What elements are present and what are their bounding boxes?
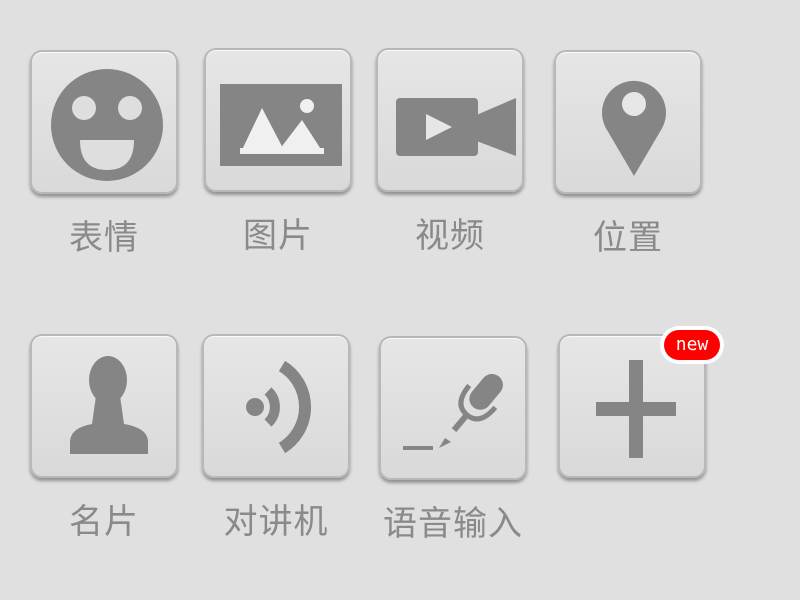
contact-card-button[interactable] — [30, 334, 178, 478]
emoji-button[interactable] — [30, 50, 178, 194]
walkie-talkie-button[interactable] — [202, 334, 350, 478]
voice-input-icon — [403, 373, 503, 450]
more-panel: { "panel": { "items": [ {"label": "表情", … — [0, 0, 800, 600]
contact-card-label: 名片 — [69, 502, 139, 542]
walkie-talkie-label: 对讲机 — [223, 502, 329, 542]
video-label: 视频 — [415, 216, 485, 256]
picture-label: 图片 — [243, 216, 313, 256]
new-badge-text: new — [664, 330, 720, 360]
new-badge: new — [660, 326, 724, 364]
location-label: 位置 — [593, 218, 663, 258]
smiley-icon — [51, 69, 163, 181]
contact-card-icon — [70, 356, 148, 454]
picture-icon — [220, 84, 342, 166]
voice-input-button[interactable] — [379, 336, 527, 480]
video-button[interactable] — [376, 48, 524, 192]
emoji-label: 表情 — [69, 218, 139, 258]
location-pin-icon — [602, 80, 666, 176]
location-button[interactable] — [554, 50, 702, 194]
walkie-talkie-icon — [246, 360, 312, 454]
voice-input-label: 语音输入 — [383, 504, 523, 544]
video-camera-icon — [396, 98, 516, 156]
picture-button[interactable] — [204, 48, 352, 192]
